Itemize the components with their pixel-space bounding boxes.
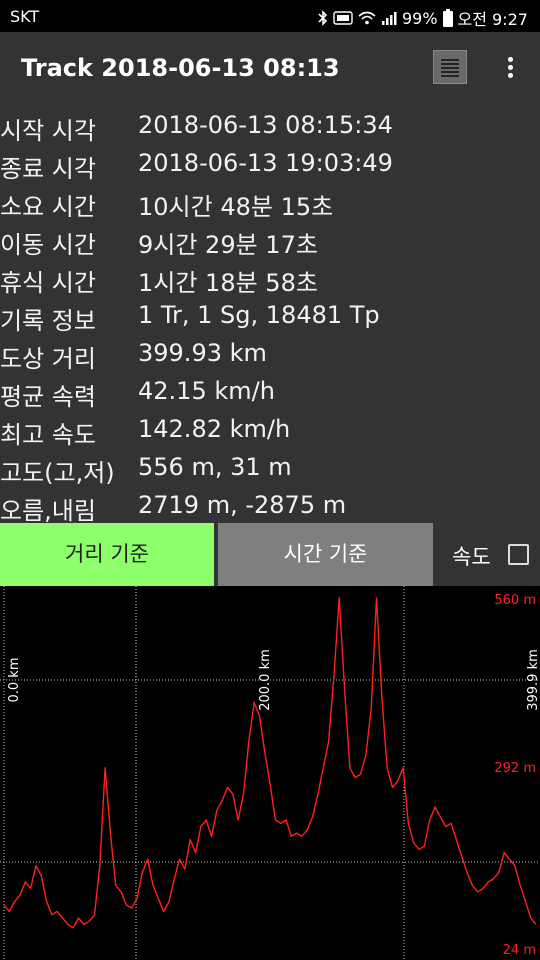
info-label: 소요 시간	[0, 193, 96, 221]
info-label: 평균 속력	[0, 383, 96, 411]
info-label: 종료 시각	[0, 155, 96, 183]
info-value: 2018-06-13 19:03:49	[138, 149, 393, 177]
page-title: Track 2018-06-13 08:13	[21, 54, 340, 82]
track-info-list: 시작 시각 2018-06-13 08:15:34 종료 시각 2018-06-13 …	[0, 107, 540, 525]
info-label: 최고 속도	[0, 421, 96, 449]
info-row: 고도(고,저) 556 m, 31 m	[0, 449, 540, 487]
speed-checkbox-label: 속도	[452, 545, 491, 569]
info-value: 142.82 km/h	[138, 415, 291, 443]
info-value: 2018-06-13 08:15:34	[138, 111, 393, 139]
status-bar: SKT 99% 오전 9:27	[0, 0, 540, 32]
info-label: 고도(고,저)	[0, 459, 115, 487]
y-axis-label: 24 m	[503, 943, 536, 958]
info-row: 오름,내림 2719 m, -2875 m	[0, 487, 540, 525]
info-row: 도상 거리 399.93 km	[0, 335, 540, 373]
carrier-label: SKT	[10, 7, 40, 26]
info-value: 399.93 km	[138, 339, 267, 367]
info-label: 오름,내림	[0, 497, 96, 525]
info-value: 10시간 48분 15초	[138, 193, 334, 221]
info-label: 시작 시각	[0, 117, 96, 145]
info-row: 소요 시간 10시간 48분 15초	[0, 183, 540, 221]
tab-distance[interactable]: 거리 기준	[0, 523, 214, 586]
battery-icon	[442, 9, 453, 27]
info-row: 기록 정보 1 Tr, 1 Sg, 18481 Tp	[0, 297, 540, 335]
bluetooth-icon	[318, 10, 328, 26]
volte-icon	[333, 11, 353, 25]
clock: 오전 9:27	[457, 10, 528, 29]
info-value: 556 m, 31 m	[138, 453, 292, 481]
y-axis-label: 560 m	[494, 593, 536, 608]
info-row: 이동 시간 9시간 29분 17초	[0, 221, 540, 259]
info-label: 이동 시간	[0, 231, 96, 259]
info-row: 시작 시각 2018-06-13 08:15:34	[0, 107, 540, 145]
info-row: 휴식 시간 1시간 18분 58초	[0, 259, 540, 297]
elevation-chart: 560 m 292 m 24 m 0.0 km 200.0 km 399.9 km	[0, 586, 540, 960]
info-row: 평균 속력 42.15 km/h	[0, 373, 540, 411]
tab-time[interactable]: 시간 기준	[218, 523, 433, 586]
wifi-icon	[358, 11, 376, 25]
x-axis-label: 399.9 km	[526, 649, 540, 711]
tab-bar: 거리 기준 시간 기준 속도	[0, 523, 540, 586]
info-label: 휴식 시간	[0, 269, 96, 297]
info-value: 1 Tr, 1 Sg, 18481 Tp	[138, 301, 380, 329]
info-row: 최고 속도 142.82 km/h	[0, 411, 540, 449]
y-axis-label: 292 m	[494, 761, 536, 776]
elevation-line	[3, 597, 537, 929]
info-value: 1시간 18분 58초	[138, 269, 318, 297]
x-axis-label: 0.0 km	[7, 658, 22, 703]
speed-checkbox[interactable]	[508, 544, 529, 565]
list-icon[interactable]	[433, 50, 467, 84]
info-row: 종료 시각 2018-06-13 19:03:49	[0, 145, 540, 183]
info-label: 기록 정보	[0, 307, 96, 335]
status-icons: 99% 오전 9:27	[318, 6, 528, 30]
info-label: 도상 거리	[0, 345, 96, 373]
signal-icon	[381, 12, 397, 25]
info-value: 42.15 km/h	[138, 377, 275, 405]
more-vert-icon[interactable]	[500, 55, 520, 81]
battery-percent: 99%	[401, 8, 438, 28]
info-value: 2719 m, -2875 m	[138, 491, 347, 519]
info-value: 9시간 29분 17초	[138, 231, 318, 259]
x-axis-label: 200.0 km	[258, 649, 273, 711]
